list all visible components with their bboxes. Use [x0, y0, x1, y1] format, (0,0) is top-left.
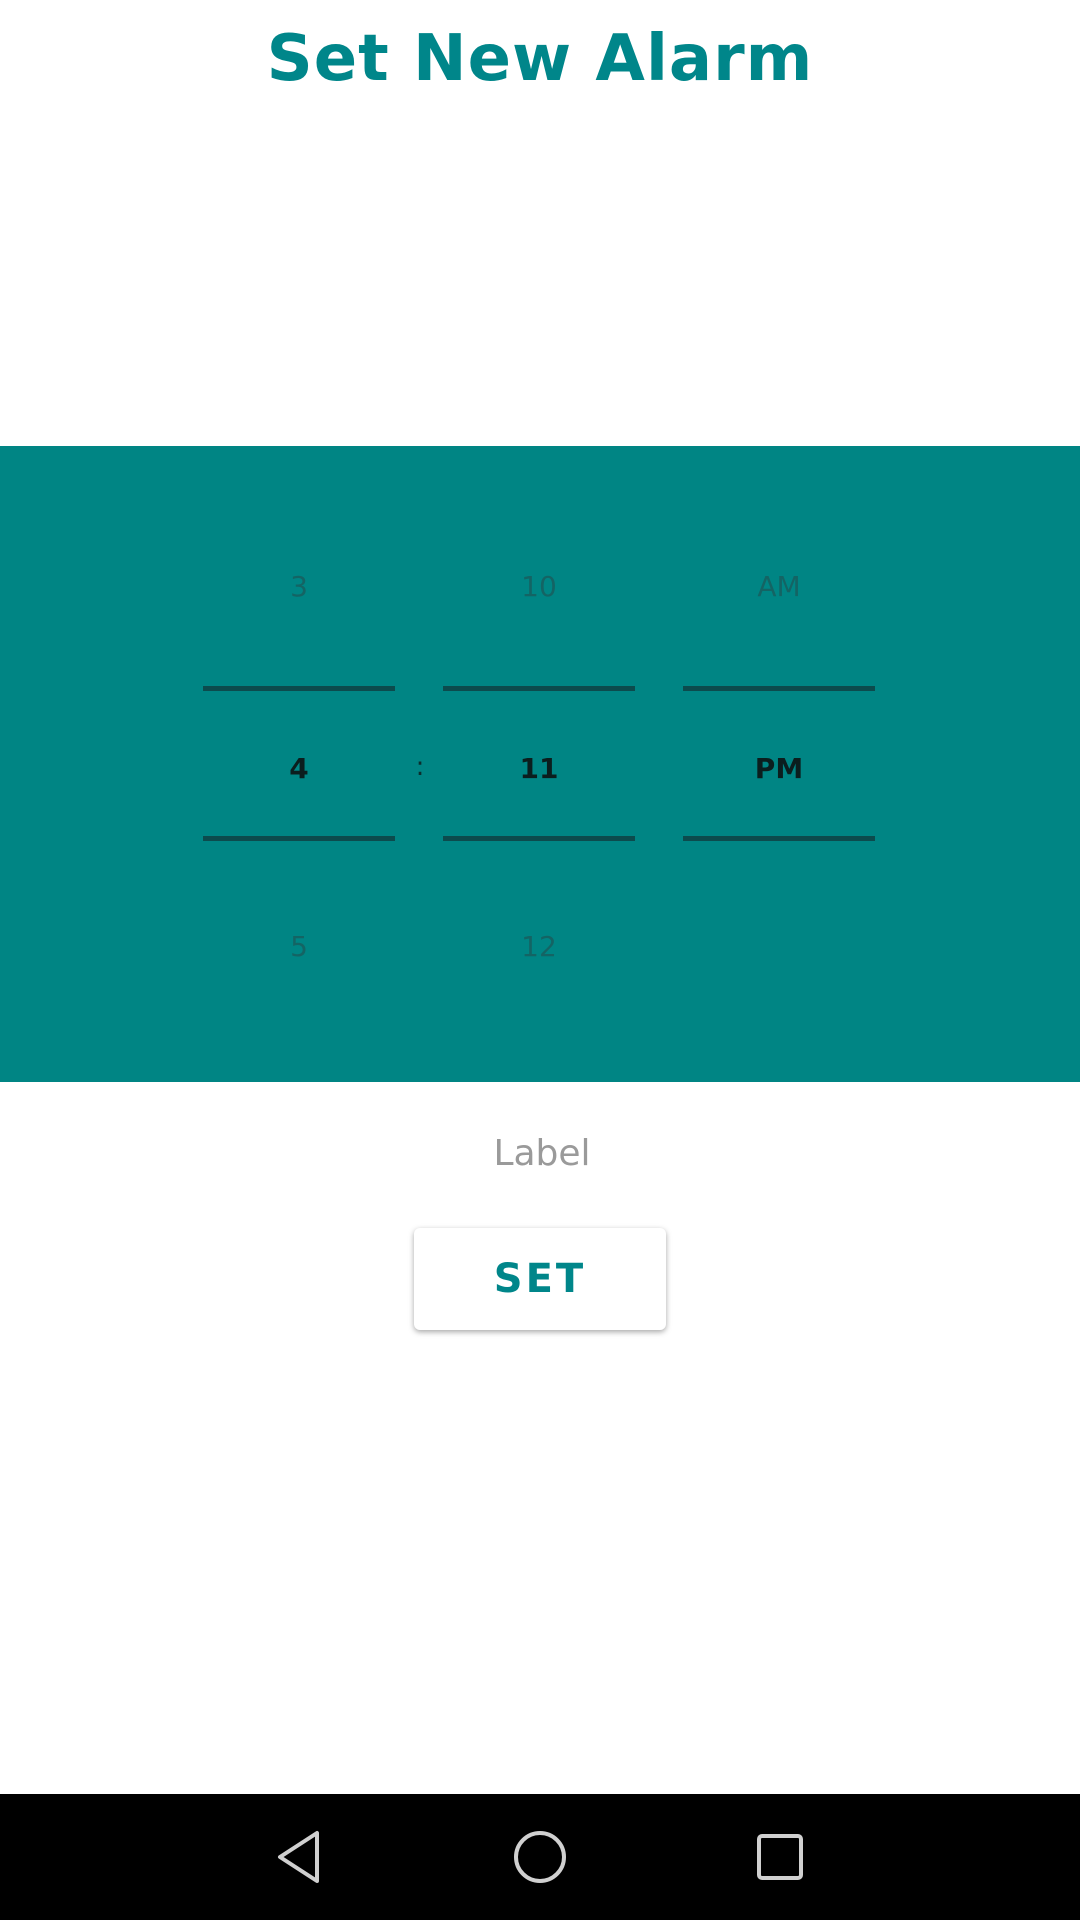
circle-home-icon — [514, 1831, 566, 1883]
navigation-bar — [0, 1794, 1080, 1920]
set-button[interactable]: SET — [414, 1228, 666, 1330]
hour-previous-value[interactable]: 3 — [203, 570, 395, 603]
period-picker-column[interactable]: AM PM — [683, 446, 875, 1082]
minute-previous-value[interactable]: 10 — [443, 570, 635, 603]
page-title: Set New Alarm — [266, 22, 814, 96]
hour-next-value[interactable]: 5 — [203, 930, 395, 963]
hour-picker-column[interactable]: 3 4 5 — [203, 446, 395, 1082]
hour-divider-bottom — [203, 836, 395, 841]
minute-divider-bottom — [443, 836, 635, 841]
triangle-back-icon — [278, 1831, 319, 1883]
period-divider-bottom — [683, 836, 875, 841]
recents-button[interactable] — [747, 1824, 813, 1890]
back-button[interactable] — [266, 1824, 332, 1890]
period-selected-value[interactable]: PM — [683, 752, 875, 785]
hour-divider-top — [203, 686, 395, 691]
minute-selected-value[interactable]: 11 — [443, 752, 635, 785]
period-previous-value[interactable]: AM — [683, 570, 875, 603]
home-button[interactable] — [507, 1824, 573, 1890]
label-input[interactable] — [390, 1124, 694, 1182]
square-recents-icon — [757, 1834, 803, 1880]
minute-next-value[interactable]: 12 — [443, 930, 635, 963]
hour-selected-value[interactable]: 4 — [203, 752, 395, 785]
time-picker: 3 4 5 : 10 11 12 AM PM — [0, 446, 1080, 1082]
time-separator: : — [415, 752, 425, 782]
minute-picker-column[interactable]: 10 11 12 — [443, 446, 635, 1082]
period-divider-top — [683, 686, 875, 691]
minute-divider-top — [443, 686, 635, 691]
